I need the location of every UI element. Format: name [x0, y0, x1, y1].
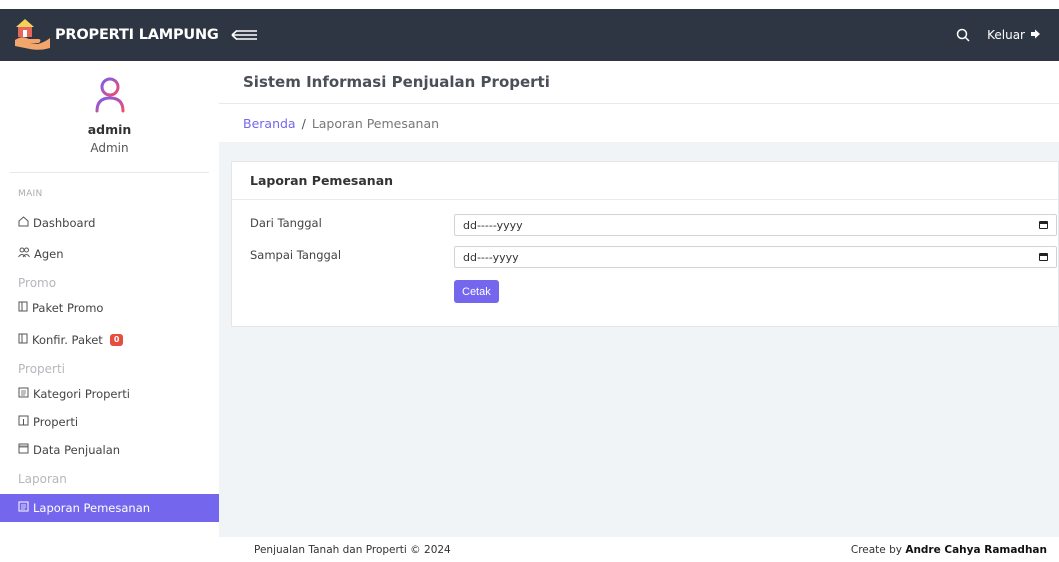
home-icon — [18, 216, 29, 230]
breadcrumb-home-link[interactable]: Beranda — [243, 116, 296, 131]
notification-badge: 0 — [109, 334, 124, 346]
logout-button[interactable]: Keluar — [987, 28, 1041, 42]
sidebar-item-label: Properti — [33, 415, 79, 429]
menu-toggle-icon[interactable] — [230, 27, 260, 43]
footer-credit: Create by Andre Cahya Ramadhan — [851, 544, 1047, 556]
footer-credit-prefix: Create by — [850, 543, 906, 556]
user-avatar-icon — [95, 77, 125, 113]
calendar-icon[interactable] — [1039, 221, 1048, 229]
sidebar-item-label: Dashboard — [33, 216, 96, 230]
main-content: Sistem Informasi Penjualan Properti Bera… — [219, 61, 1059, 537]
door-icon — [18, 415, 29, 429]
dari-tanggal-label: Dari Tanggal — [250, 216, 322, 230]
sidebar-item-label: Konfir. Paket — [32, 333, 103, 347]
sidebar-item-data-penjualan[interactable]: Data Penjualan — [0, 438, 219, 462]
house-hand-logo-icon — [12, 18, 52, 52]
date-value: dd-----yyyy — [463, 218, 523, 232]
users-icon — [18, 247, 30, 261]
door-icon — [18, 333, 28, 347]
date-value: dd----yyyy — [463, 250, 519, 264]
search-icon[interactable] — [955, 27, 971, 43]
sidebar: admin Admin MAIN Dashboard Agen Promo Pa… — [0, 61, 219, 562]
card-title: Laporan Pemesanan — [250, 173, 394, 188]
report-card: Laporan Pemesanan Dari Tanggal dd-----yy… — [231, 161, 1059, 327]
sidebar-item-laporan-pemesanan[interactable]: Laporan Pemesanan — [0, 494, 219, 522]
sidebar-group-laporan: Laporan — [18, 472, 67, 486]
page-title: Sistem Informasi Penjualan Properti — [243, 73, 550, 91]
sidebar-item-label: Paket Promo — [32, 301, 104, 315]
list-icon — [18, 387, 29, 401]
sign-out-icon — [1030, 28, 1041, 42]
sidebar-item-agen[interactable]: Agen — [0, 242, 219, 266]
sidebar-item-label: Laporan Pemesanan — [33, 501, 151, 515]
sidebar-item-konfir-paket[interactable]: Konfir. Paket 0 — [0, 328, 219, 352]
breadcrumb-current: Laporan Pemesanan — [311, 115, 440, 131]
sidebar-section-main: MAIN — [18, 189, 43, 199]
footer-copyright: Penjualan Tanah dan Properti © 2024 — [254, 543, 451, 556]
calendar-icon[interactable] — [1039, 253, 1048, 261]
card-header: Laporan Pemesanan — [232, 162, 1058, 200]
sampai-tanggal-label: Sampai Tanggal — [250, 248, 342, 262]
sidebar-item-label: Agen — [34, 247, 64, 261]
cetak-button[interactable]: Cetak — [454, 280, 499, 303]
form-row-sampai-tanggal: Sampai Tanggal dd----yyyy — [250, 242, 1057, 268]
dari-tanggal-input[interactable]: dd-----yyyy — [454, 214, 1057, 236]
footer-author: Andre Cahya Ramadhan — [905, 543, 1047, 556]
sidebar-item-paket-promo[interactable]: Paket Promo — [0, 296, 219, 320]
form-row-dari-tanggal: Dari Tanggal dd-----yyyy — [250, 210, 1057, 236]
page-header: Sistem Informasi Penjualan Properti — [219, 61, 1059, 104]
sidebar-item-label: Data Penjualan — [33, 443, 121, 457]
user-profile: admin Admin — [10, 61, 209, 173]
brand-title: PROPERTI LAMPUNG — [55, 27, 219, 43]
sidebar-item-dashboard[interactable]: Dashboard — [0, 211, 219, 235]
user-role: Admin — [90, 141, 129, 155]
sampai-tanggal-input[interactable]: dd----yyyy — [454, 246, 1057, 268]
user-name: admin — [87, 122, 132, 137]
sidebar-group-properti: Properti — [18, 362, 66, 376]
breadcrumb: Beranda / Laporan Pemesanan — [219, 104, 1059, 142]
door-icon — [18, 301, 28, 315]
logout-label: Keluar — [987, 28, 1025, 42]
top-navbar: PROPERTI LAMPUNG Keluar — [0, 9, 1059, 61]
sidebar-item-properti[interactable]: Properti — [0, 410, 219, 434]
sidebar-group-promo: Promo — [18, 276, 57, 290]
breadcrumb-separator: / — [301, 115, 306, 131]
list-icon — [18, 501, 29, 515]
brand[interactable]: PROPERTI LAMPUNG — [0, 9, 219, 61]
sidebar-item-kategori-properti[interactable]: Kategori Properti — [0, 382, 219, 406]
sidebar-item-label: Kategori Properti — [33, 387, 130, 401]
footer: Penjualan Tanah dan Properti © 2024 Crea… — [219, 537, 1059, 562]
table-icon — [18, 443, 29, 457]
